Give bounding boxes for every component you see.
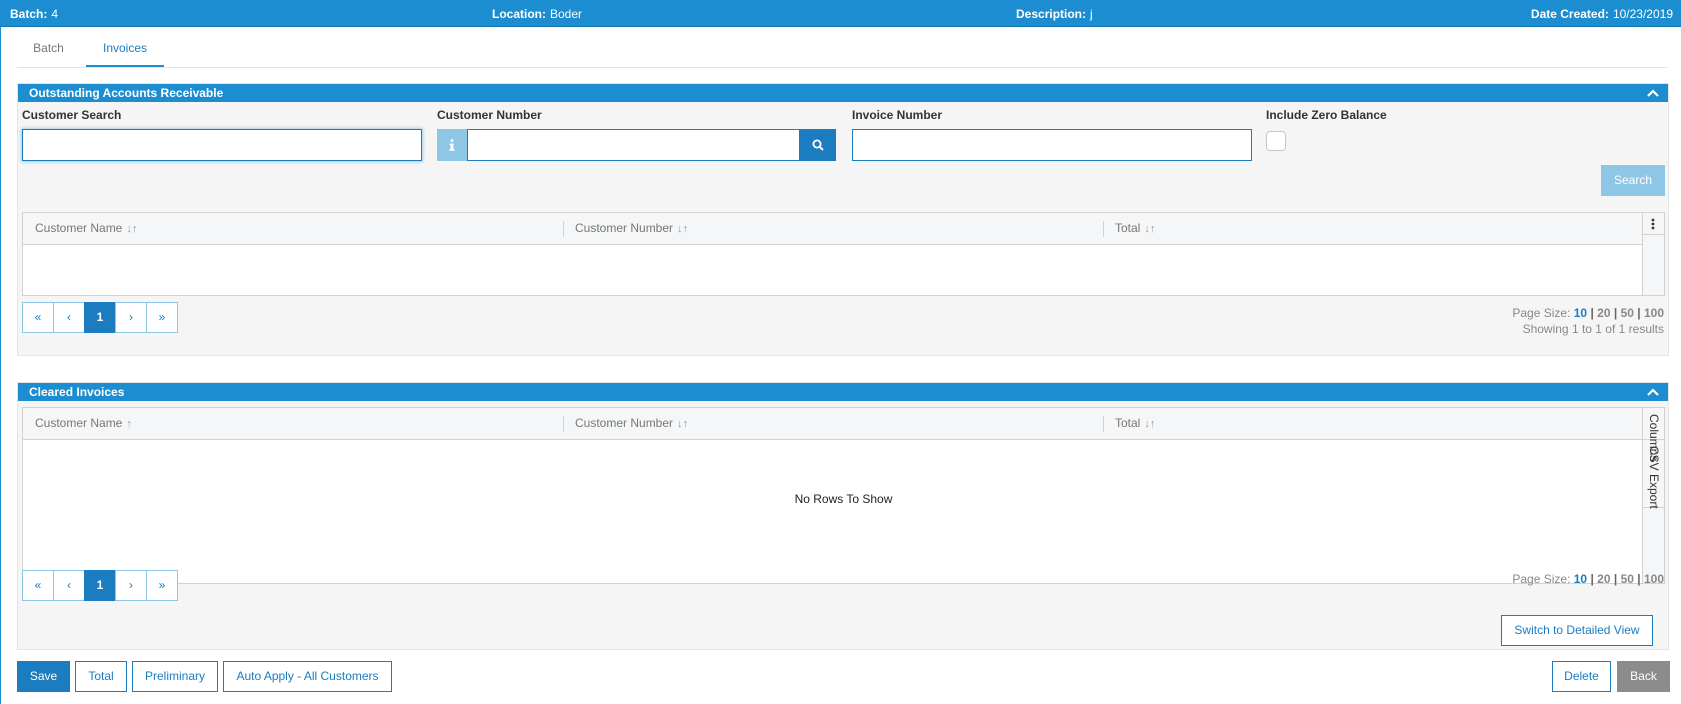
pager-prev[interactable]: ‹ — [53, 302, 85, 333]
sort-icon: ↑ — [126, 418, 132, 430]
pager-prev[interactable]: ‹ — [53, 570, 85, 601]
column-label: Customer Number — [575, 221, 674, 235]
location-info: Location: Boder — [492, 7, 582, 21]
column-label: Total — [1115, 416, 1141, 430]
column-label: Customer Name — [35, 416, 123, 430]
pager-first[interactable]: « — [22, 302, 54, 333]
page-size-10[interactable]: 10 — [1574, 306, 1587, 320]
total-button[interactable]: Total — [75, 661, 127, 692]
column-label: Customer Name — [35, 221, 123, 235]
grid-header: Customer Name ↓↑ Customer Number ↓↑ Total ↓… — [23, 213, 1643, 245]
pager-next[interactable]: › — [115, 302, 147, 333]
column-total[interactable]: Total ↓↑ — [1103, 408, 1155, 439]
date-created-value: 10/23/2019 — [1612, 7, 1673, 21]
grid-side-bar — [1642, 213, 1664, 295]
outstanding-ar-panel: Outstanding Accounts Receivable Customer… — [17, 83, 1669, 356]
switch-detailed-view-button[interactable]: Switch to Detailed View — [1501, 615, 1653, 646]
invoice-number-input[interactable] — [852, 129, 1252, 161]
search-icon — [812, 139, 824, 151]
outstanding-pager: « ‹ 1 › » — [22, 302, 182, 333]
pager-last[interactable]: » — [146, 302, 178, 333]
tab-invoices[interactable]: Invoices — [86, 33, 164, 67]
grid-header: Customer Name ↑ Customer Number ↓↑ Total ↓↑ — [23, 408, 1643, 440]
grid-side-bar: Columns CSV Export — [1642, 408, 1664, 583]
results-summary: Showing 1 to 1 of 1 results — [1522, 322, 1664, 336]
page-size-100[interactable]: 100 — [1644, 306, 1664, 320]
customer-number-input[interactable] — [467, 129, 800, 161]
page-size-label: Page Size: — [1512, 572, 1571, 586]
include-zero-balance-label: Include Zero Balance — [1266, 108, 1387, 122]
page-size-20[interactable]: 20 — [1597, 306, 1610, 320]
cleared-invoices-panel: Cleared Invoices Customer Name ↑ Customer… — [17, 382, 1669, 650]
sort-icon: ↓↑ — [126, 223, 138, 235]
sort-icon: ↓↑ — [1144, 418, 1156, 430]
customer-search-label: Customer Search — [22, 108, 122, 122]
pager-page-current[interactable]: 1 — [84, 302, 116, 333]
pager-first[interactable]: « — [22, 570, 54, 601]
back-button[interactable]: Back — [1617, 661, 1670, 692]
chevron-up-icon[interactable] — [1646, 84, 1660, 102]
page-size-20[interactable]: 20 — [1597, 572, 1610, 586]
csv-export-label: CSV Export — [1647, 446, 1661, 509]
preliminary-button[interactable]: Preliminary — [132, 661, 218, 692]
page-size-label: Page Size: — [1512, 306, 1571, 320]
chevron-up-icon[interactable] — [1646, 383, 1660, 401]
cleared-invoices-grid: Customer Name ↑ Customer Number ↓↑ Total ↓↑… — [22, 407, 1665, 584]
sort-icon: ↓↑ — [677, 418, 689, 430]
batch-value: 4 — [51, 7, 59, 21]
include-zero-balance-checkbox[interactable] — [1266, 131, 1286, 151]
description-value: j — [1090, 7, 1093, 21]
page-size-selector: Page Size: 10 | 20 | 50 | 100 — [1512, 306, 1664, 320]
outstanding-ar-title: Outstanding Accounts Receivable — [29, 86, 224, 100]
tab-bar: Batch Invoices — [17, 33, 1667, 68]
csv-export-tab[interactable]: CSV Export — [1643, 440, 1664, 509]
description-label: Description: — [1016, 7, 1087, 21]
cleared-invoices-title: Cleared Invoices — [29, 385, 125, 399]
delete-button[interactable]: Delete — [1552, 661, 1611, 692]
customer-number-label: Customer Number — [437, 108, 542, 122]
pager-page-current[interactable]: 1 — [84, 570, 116, 601]
batch-label: Batch: — [10, 7, 48, 21]
page-size-selector: Page Size: 10 | 20 | 50 | 100 — [1512, 572, 1664, 586]
customer-number-search-button[interactable] — [800, 129, 836, 161]
page-size-50[interactable]: 50 — [1621, 572, 1634, 586]
column-customer-name[interactable]: Customer Name ↑ — [23, 408, 132, 439]
batch-info: Batch: 4 — [10, 7, 58, 21]
date-created-info: Date Created: 10/23/2019 — [1531, 7, 1673, 21]
sort-icon: ↓↑ — [677, 223, 689, 235]
date-created-label: Date Created: — [1530, 7, 1609, 21]
column-customer-number[interactable]: Customer Number ↓↑ — [563, 213, 688, 244]
pager-last[interactable]: » — [146, 570, 178, 601]
column-label: Total — [1115, 221, 1141, 235]
cleared-invoices-header: Cleared Invoices — [18, 383, 1668, 401]
column-label: Customer Number — [575, 416, 674, 430]
location-value: Boder — [550, 7, 583, 21]
page-size-10[interactable]: 10 — [1574, 572, 1587, 586]
no-rows-message: No Rows To Show — [794, 492, 893, 506]
description-info: Description: j — [1016, 7, 1093, 21]
column-customer-number[interactable]: Customer Number ↓↑ — [563, 408, 688, 439]
sort-icon: ↓↑ — [1144, 223, 1156, 235]
outstanding-ar-grid: Customer Name ↓↑ Customer Number ↓↑ Total ↓… — [22, 212, 1665, 296]
auto-apply-all-customers-button[interactable]: Auto Apply - All Customers — [223, 661, 392, 692]
location-label: Location: — [492, 7, 546, 21]
column-customer-name[interactable]: Customer Name ↓↑ — [23, 213, 137, 244]
page-size-100[interactable]: 100 — [1644, 572, 1664, 586]
column-total[interactable]: Total ↓↑ — [1103, 213, 1155, 244]
kebab-menu-icon[interactable] — [1643, 213, 1664, 235]
page-size-50[interactable]: 50 — [1621, 306, 1634, 320]
columns-tool-tab[interactable]: Columns — [1643, 408, 1664, 461]
cleared-pager-buttons: « ‹ 1 › » — [22, 570, 182, 601]
save-button[interactable]: Save — [17, 661, 70, 692]
customer-search-input[interactable] — [22, 129, 422, 161]
invoice-number-label: Invoice Number — [852, 108, 943, 122]
info-icon — [437, 129, 467, 161]
outstanding-ar-header: Outstanding Accounts Receivable — [18, 84, 1668, 102]
batch-header-bar: Batch: 4 Location: Boder Description: j Dat… — [0, 0, 1681, 27]
left-border — [0, 27, 1, 704]
search-button[interactable]: Search — [1601, 165, 1665, 196]
pager-next[interactable]: › — [115, 570, 147, 601]
tab-batch[interactable]: Batch — [17, 33, 80, 67]
